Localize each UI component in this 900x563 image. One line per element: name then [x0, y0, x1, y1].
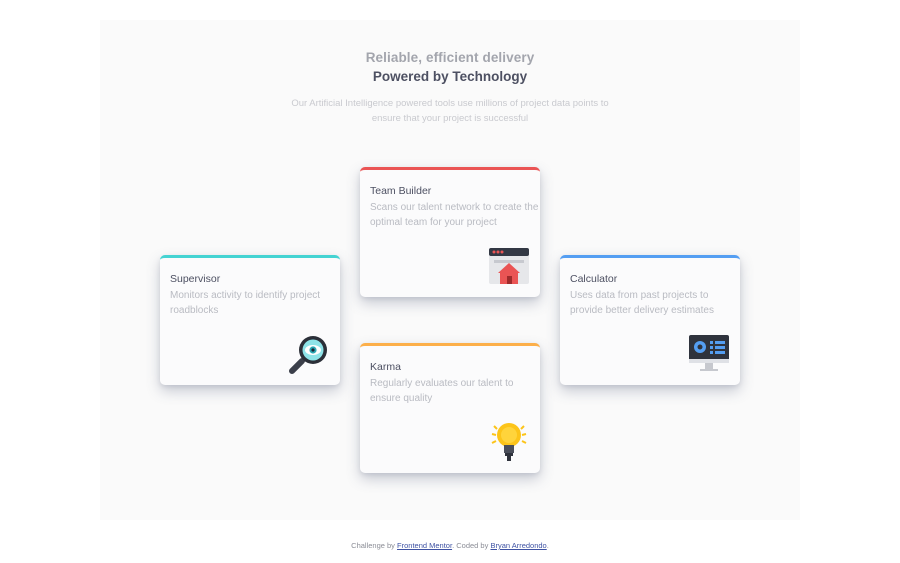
- attribution-middle: . Coded by: [452, 541, 489, 550]
- card-karma: Karma Regularly evaluates our talent to …: [360, 343, 540, 473]
- card-title: Calculator: [570, 273, 618, 285]
- card-supervisor: Supervisor Monitors activity to identify…: [160, 255, 340, 385]
- card-team-builder: Team Builder Scans our talent network to…: [360, 167, 540, 297]
- frontend-mentor-link[interactable]: Frontend Mentor: [397, 541, 452, 550]
- magnifying-glass-eye-icon: [288, 333, 330, 375]
- card-description: Monitors activity to identify project ro…: [170, 290, 321, 316]
- hero-description: Our Artificial Intelligence powered tool…: [291, 98, 609, 124]
- attribution-suffix: .: [546, 541, 549, 550]
- lightbulb-icon: [488, 421, 530, 463]
- hero-title: Powered by Technology: [372, 69, 528, 84]
- card-title: Karma: [370, 361, 401, 373]
- card-title: Supervisor: [170, 273, 221, 285]
- card-description: Regularly evaluates our talent to ensure…: [370, 378, 514, 404]
- author-link[interactable]: Bryan Arredondo: [490, 541, 546, 550]
- hero-subtitle: Reliable, efficient delivery: [365, 50, 535, 65]
- card-description: Uses data from past projects to provide …: [570, 290, 714, 316]
- monitor-dashboard-icon: [688, 333, 730, 375]
- card-title: Team Builder: [370, 185, 432, 197]
- attribution-footer: Challenge by Frontend Mentor. Coded by B…: [0, 541, 900, 550]
- card-description: Scans our talent network to create the o…: [370, 202, 539, 228]
- card-calculator: Calculator Uses data from past projects …: [560, 255, 740, 385]
- attribution-prefix: Challenge by: [351, 541, 395, 550]
- browser-house-icon: [488, 245, 530, 287]
